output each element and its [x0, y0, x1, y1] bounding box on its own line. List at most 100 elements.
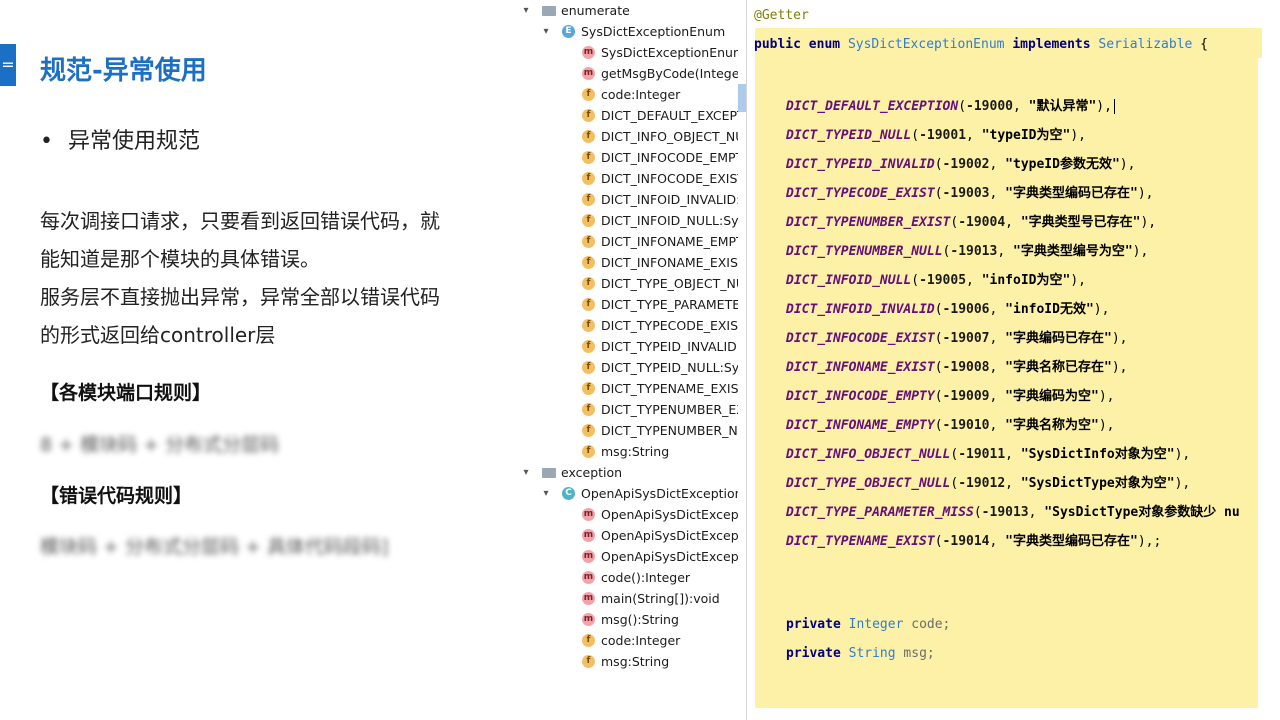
constant-name: DICT_INFOID_NULL	[786, 273, 912, 288]
line-end: ),;	[1137, 534, 1162, 549]
tree-item[interactable]: f DICT_INFOID_INVALID:S	[510, 189, 738, 210]
chevron-down-icon[interactable]: ▾	[540, 483, 552, 504]
paren: (	[934, 186, 943, 201]
error-message: "infoID无效"	[1005, 302, 1094, 317]
keyword: private	[786, 646, 841, 661]
error-message: "SysDictType对象为空"	[1020, 476, 1175, 491]
folder-icon	[542, 468, 556, 478]
slide-paragraph: 每次调接口请求，只要看到返回错误代码，就 能知道是那个模块的具体错误。 服务层不…	[40, 202, 480, 354]
error-code: -19009	[942, 389, 990, 404]
tree-item[interactable]: f DICT_TYPEID_INVALID:S	[510, 336, 738, 357]
tree-item-label: DICT_TYPEID_NULL:SysI	[601, 360, 738, 375]
tree-item[interactable]: f DICT_TYPEID_NULL:SysI	[510, 357, 738, 378]
tree-item[interactable]: f msg:String	[510, 651, 738, 672]
comma: ,	[1005, 215, 1021, 230]
paren: (	[958, 99, 967, 114]
tree-item[interactable]: m main(String[]):void	[510, 588, 738, 609]
blurred-text: 模块码 + 分布式分层码 + 具体代码段码]	[40, 536, 389, 558]
type-name: String	[848, 646, 896, 661]
paren: (	[934, 389, 943, 404]
chevron-down-icon[interactable]: ▾	[540, 21, 552, 42]
tree-item[interactable]: m OpenApiSysDictExcepti	[510, 546, 738, 567]
method-icon: m	[582, 46, 595, 59]
method-icon: m	[582, 613, 595, 626]
tree-item-label: DICT_INFOCODE_EXIST	[601, 171, 738, 186]
tree-item-label: DICT_INFO_OBJECT_NU	[601, 129, 738, 144]
tree-item[interactable]: m code():Integer	[510, 567, 738, 588]
tree-item-label: code:Integer	[601, 87, 681, 102]
comma: ,	[989, 360, 1006, 375]
code-line-enum-constant: DICT_TYPENUMBER_NULL(-19013, "字典类型编号为空")…	[786, 240, 1148, 259]
comma: ,	[989, 157, 1006, 172]
tree-item[interactable]: f DICT_INFONAME_EXIST	[510, 252, 738, 273]
tree-item[interactable]: f code:Integer	[510, 84, 738, 105]
tree-item[interactable]: m getMsgByCode(Integer	[510, 63, 738, 84]
type-name: SysDictExceptionEnum	[847, 37, 1005, 52]
tree-item[interactable]: ▾ enumerate	[510, 0, 738, 21]
tree-item-label: SysDictExceptionEnum(I	[601, 45, 738, 60]
field-icon: f	[582, 634, 595, 647]
code-line-enum-constant: DICT_TYPECODE_EXIST(-19003, "字典类型编码已存在")…	[786, 182, 1153, 201]
tree-item-label: code:Integer	[601, 633, 681, 648]
code-line-enum-constant: DICT_DEFAULT_EXCEPTION(-19000, "默认异常"),	[786, 95, 1115, 114]
comma: ,	[989, 534, 1006, 549]
tree-item[interactable]: f msg:String	[510, 441, 738, 462]
field-name: msg;	[903, 646, 935, 661]
tree-item[interactable]: m SysDictExceptionEnum(I	[510, 42, 738, 63]
tree-item[interactable]: f DICT_TYPENUMBER_EX	[510, 399, 738, 420]
tree-item[interactable]: f DICT_TYPENUMBER_NU	[510, 420, 738, 441]
error-code: -19000	[966, 99, 1013, 114]
tree-item[interactable]: f DICT_TYPENAME_EXIST	[510, 378, 738, 399]
code-line-enum-constant: DICT_INFOID_INVALID(-19006, "infoID无效"),	[786, 298, 1109, 317]
bullet-dot-icon: •	[40, 129, 53, 154]
tree-item[interactable]: f DICT_INFOCODE_EMPT	[510, 147, 738, 168]
tree-item-label: DICT_TYPENUMBER_NU	[601, 423, 738, 438]
tree-item[interactable]: m msg():String	[510, 609, 738, 630]
error-code: -19013	[981, 505, 1029, 520]
tree-item[interactable]: ▾ E SysDictExceptionEnum	[510, 21, 738, 42]
chevron-down-icon[interactable]: ▾	[520, 462, 532, 483]
field-icon: f	[582, 151, 595, 164]
tree-item[interactable]: f DICT_INFOID_NULL:Sys	[510, 210, 738, 231]
code-editor[interactable]: @Getter public enum SysDictExceptionEnum…	[747, 0, 1280, 720]
tree-item[interactable]: f DICT_TYPE_OBJECT_NU	[510, 273, 738, 294]
tree-item-label: DICT_TYPE_PARAMETER	[601, 297, 738, 312]
tree-item[interactable]: m OpenApiSysDictExcepti	[510, 525, 738, 546]
tree-item[interactable]: f DICT_INFOCODE_EXIST	[510, 168, 738, 189]
error-message: "字典类型编码已存在"	[1005, 186, 1138, 201]
line-end: ),	[1093, 302, 1110, 317]
tree-item[interactable]: f DICT_DEFAULT_EXCEPT	[510, 105, 738, 126]
field-icon: f	[582, 340, 595, 353]
comma: ,	[989, 302, 1006, 317]
tree-item-label: DICT_INFOID_INVALID:S	[601, 192, 738, 207]
tree-item[interactable]: ▾ exception	[510, 462, 738, 483]
comma: ,	[966, 128, 982, 143]
section-heading-ports: 【各模块端口规则】	[40, 382, 212, 404]
tree-item[interactable]: f DICT_INFO_OBJECT_NU	[510, 126, 738, 147]
code-line-enum-constant: DICT_TYPENAME_EXIST(-19014, "字典类型编码已存在")…	[786, 530, 1161, 549]
tree-item[interactable]: f DICT_TYPECODE_EXIST:	[510, 315, 738, 336]
keyword: private	[786, 617, 841, 632]
tree-item[interactable]: f DICT_TYPE_PARAMETER	[510, 294, 738, 315]
method-icon: m	[582, 508, 595, 521]
tree-item-label: OpenApiSysDictException	[581, 486, 738, 501]
tree-item[interactable]: f DICT_INFONAME_EMPT	[510, 231, 738, 252]
tree-item[interactable]: ▾ C OpenApiSysDictException	[510, 483, 738, 504]
line-end: ),	[1174, 447, 1191, 462]
field-icon: f	[582, 235, 595, 248]
error-code: -19001	[919, 128, 967, 143]
tree-item[interactable]: m OpenApiSysDictExcepti	[510, 504, 738, 525]
tree-item-label: enumerate	[561, 3, 630, 18]
chevron-down-icon[interactable]: ▾	[520, 0, 532, 21]
text-cursor	[1113, 99, 1115, 114]
constant-name: DICT_TYPENUMBER_EXIST	[786, 215, 951, 230]
method-icon: m	[582, 571, 595, 584]
enum-icon: E	[562, 25, 575, 38]
tree-item-label: OpenApiSysDictExcepti	[601, 507, 738, 522]
comma: ,	[989, 186, 1006, 201]
code-line-enum-constant: DICT_INFOCODE_EXIST(-19007, "字典编码已存在"),	[786, 327, 1127, 346]
constant-name: DICT_TYPE_OBJECT_NULL	[786, 476, 951, 491]
tree-item[interactable]: f code:Integer	[510, 630, 738, 651]
line-end: ),	[1132, 244, 1149, 259]
